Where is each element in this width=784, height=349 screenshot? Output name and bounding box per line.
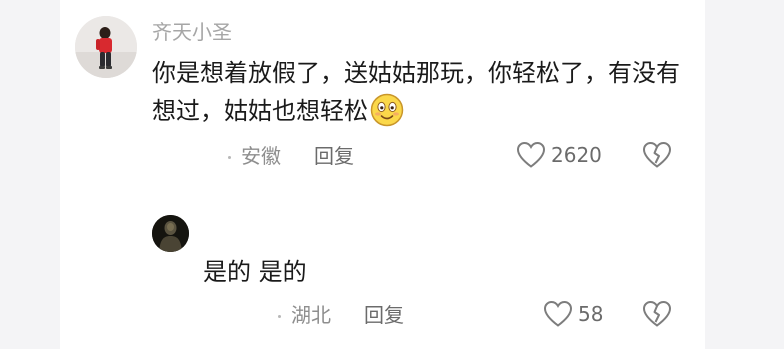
location-text: 安徽	[241, 144, 281, 168]
reply-like-button[interactable]: 58	[543, 300, 603, 328]
like-count: 2620	[551, 143, 602, 167]
like-button[interactable]: 2620	[516, 141, 602, 169]
reply-reply-button[interactable]: 回复	[364, 301, 404, 329]
comment-body: 你是想着放假了，送姑姑那玩，你轻松了，有没有想过，姑姑也想轻松	[152, 59, 680, 125]
broken-heart-icon	[642, 300, 672, 327]
dislike-button[interactable]	[642, 141, 672, 173]
smiling-face-icon	[370, 93, 404, 138]
reply-location: 湖北	[278, 301, 331, 329]
location-text: 湖北	[291, 303, 331, 327]
broken-heart-icon	[642, 141, 672, 168]
reply-dislike-button[interactable]	[642, 300, 672, 332]
separator-dot	[278, 315, 281, 318]
username[interactable]: 齐天小圣	[152, 18, 232, 46]
reply-button[interactable]: 回复	[314, 142, 354, 170]
avatar[interactable]	[75, 16, 137, 78]
child-figure-icon	[75, 16, 137, 78]
comment-location: 安徽	[228, 142, 281, 170]
comment-panel	[60, 0, 705, 349]
comment-text: 你是想着放假了，送姑姑那玩，你轻松了，有没有想过，姑姑也想轻松	[152, 54, 692, 138]
dark-figure-icon	[152, 215, 189, 252]
reply-like-count: 58	[578, 302, 604, 326]
reply-text: 是的 是的	[203, 258, 307, 286]
separator-dot	[228, 156, 231, 159]
reply-avatar[interactable]	[152, 215, 189, 252]
heart-outline-icon	[543, 300, 573, 327]
heart-outline-icon	[516, 141, 546, 168]
